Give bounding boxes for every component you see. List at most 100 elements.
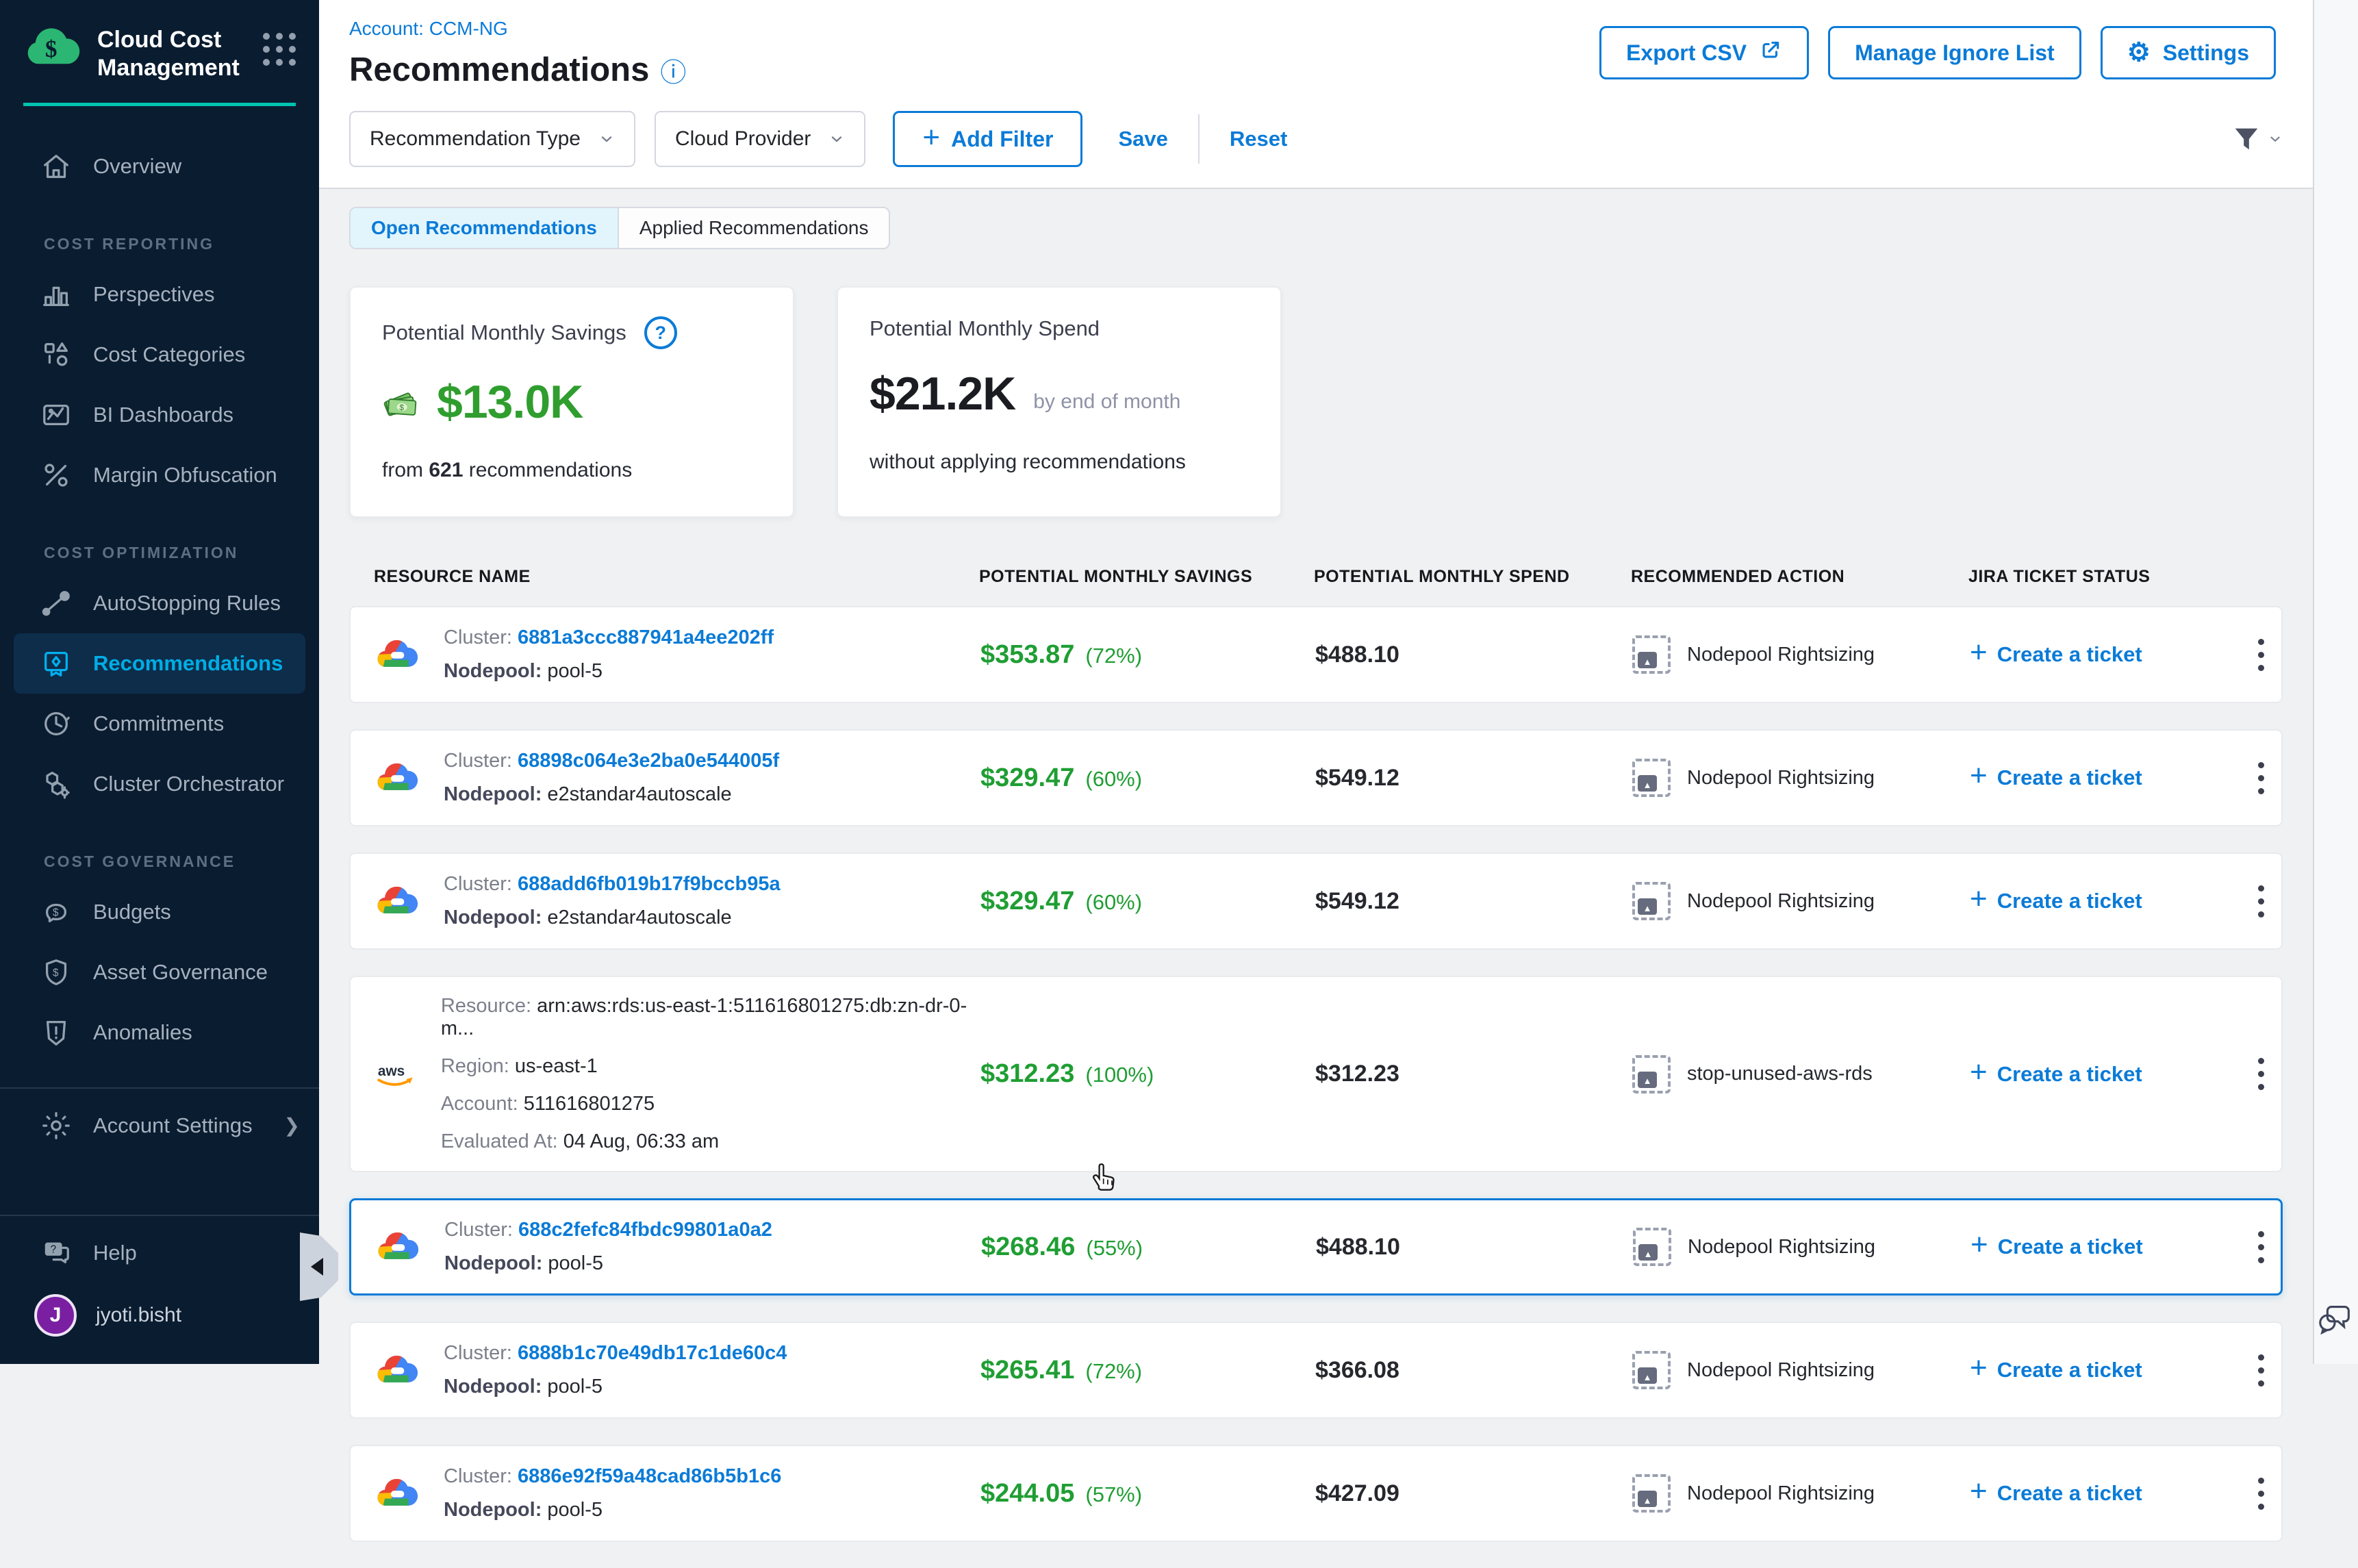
spend-value: $427.09 [1315, 1480, 1632, 1507]
table-row-selected[interactable]: Cluster: 688c2fefc84fbdc99801a0a2 Nodepo… [349, 1198, 2283, 1295]
add-filter-button[interactable]: + Add Filter [893, 111, 1082, 167]
shapes-icon [40, 338, 73, 371]
create-ticket-button[interactable]: +Create a ticket [1970, 640, 2240, 670]
savings-card-title: Potential Monthly Savings [382, 320, 626, 345]
manage-ignore-list-button[interactable]: Manage Ignore List [1828, 26, 2081, 79]
tab-open-recommendations[interactable]: Open Recommendations [351, 208, 619, 248]
table-row[interactable]: Resource: arn:aws:rds:us-east-1:51161680… [349, 976, 2283, 1172]
bar-chart-icon [40, 278, 73, 311]
plus-icon: + [1970, 759, 1988, 793]
filter-divider [1198, 114, 1200, 164]
create-ticket-button[interactable]: +Create a ticket [1970, 1059, 2240, 1089]
cluster-link[interactable]: 68898c064e3e2ba0e544005f [518, 750, 779, 772]
savings-value: $268.46 [981, 1232, 1075, 1262]
sidebar-nav: Overview COST REPORTING Perspectives Cos… [0, 106, 319, 1063]
rightsizing-icon: ▲ [1632, 1474, 1671, 1513]
info-icon[interactable]: ⓘ [660, 51, 686, 89]
export-csv-button[interactable]: Export CSV [1599, 26, 1809, 79]
spend-value: $549.12 [1315, 765, 1632, 792]
sidebar-item-asset-governance[interactable]: $ Asset Governance [0, 942, 319, 1002]
avatar: J [34, 1294, 77, 1337]
recommendation-type-dropdown[interactable]: Recommendation Type [349, 111, 635, 167]
svg-text:$: $ [45, 36, 58, 62]
recommended-action: Nodepool Rightsizing [1687, 1359, 1875, 1382]
sidebar-item-bi-dashboards[interactable]: BI Dashboards [0, 385, 319, 445]
sidebar-item-cluster-orchestrator[interactable]: Cluster Orchestrator [0, 754, 319, 814]
create-ticket-button[interactable]: +Create a ticket [1970, 1232, 2241, 1262]
chat-bubbles-icon[interactable] [2316, 1298, 2355, 1341]
spend-value: $549.12 [1315, 888, 1632, 915]
table-row[interactable]: Cluster: 6886e92f59a48cad86b5b1c6 Nodepo… [349, 1445, 2283, 1542]
cluster-link[interactable]: 6886e92f59a48cad86b5b1c6 [518, 1465, 781, 1487]
row-menu-button[interactable] [2251, 1224, 2271, 1270]
aws-icon [375, 1059, 416, 1089]
money-icon [382, 385, 423, 418]
filter-bar: Recommendation Type Cloud Provider + Add… [319, 101, 2358, 189]
breadcrumb-account[interactable]: Account: CCM-NG [349, 18, 686, 40]
help-chat-icon: ? [40, 1237, 73, 1269]
table-row[interactable]: Cluster: 688add6fb019b17f9bccb95a Nodepo… [349, 852, 2283, 950]
gcp-icon [375, 885, 419, 918]
autostopping-icon [40, 587, 73, 620]
cluster-link[interactable]: 6888b1c70e49db17c1de60c4 [518, 1342, 787, 1364]
recommended-action: stop-unused-aws-rds [1687, 1063, 1873, 1085]
sidebar-item-margin-obfuscation[interactable]: Margin Obfuscation [0, 445, 319, 505]
reset-filter-link[interactable]: Reset [1230, 127, 1287, 151]
page-title: Recommendations [349, 51, 649, 89]
cloud-provider-dropdown[interactable]: Cloud Provider [655, 111, 865, 167]
create-ticket-button[interactable]: +Create a ticket [1970, 1355, 2240, 1385]
tab-applied-recommendations[interactable]: Applied Recommendations [619, 208, 889, 248]
plus-icon: + [1970, 1055, 1988, 1089]
section-label-cost-governance: COST GOVERNANCE [44, 852, 319, 871]
plus-icon: + [1970, 1228, 1988, 1262]
gcp-icon [375, 1354, 419, 1387]
sidebar-item-anomalies[interactable]: Anomalies [0, 1002, 319, 1063]
gear-icon [40, 1109, 73, 1142]
scrollbar[interactable] [2313, 0, 2358, 1364]
row-menu-button[interactable] [2251, 755, 2271, 801]
row-menu-button[interactable] [2251, 878, 2271, 924]
create-ticket-button[interactable]: +Create a ticket [1970, 886, 2240, 916]
rightsizing-icon: ▲ [1632, 1055, 1671, 1093]
app-grid-icon[interactable] [263, 33, 296, 66]
save-filter-link[interactable]: Save [1118, 127, 1167, 151]
potential-monthly-spend-card: Potential Monthly Spend $21.2K by end of… [837, 286, 1282, 518]
chevron-down-icon [2268, 131, 2283, 147]
sidebar-item-perspectives[interactable]: Perspectives [0, 264, 319, 325]
user-menu[interactable]: J jyoti.bisht [0, 1283, 319, 1364]
shield-dollar-icon: $ [40, 956, 73, 989]
chevron-down-icon [828, 131, 845, 147]
filter-panel-toggle[interactable] [2231, 123, 2283, 155]
plus-icon: + [922, 121, 940, 155]
sidebar-item-account-settings[interactable]: Account Settings ❯ [0, 1096, 319, 1156]
savings-percent: (55%) [1086, 1236, 1143, 1261]
row-menu-button[interactable] [2251, 632, 2271, 678]
sidebar-item-recommendations[interactable]: Recommendations [14, 633, 305, 694]
sidebar-item-cost-categories[interactable]: Cost Categories [0, 325, 319, 385]
sidebar-item-commitments[interactable]: Commitments [0, 694, 319, 754]
cluster-link[interactable]: 688add6fb019b17f9bccb95a [518, 873, 781, 895]
create-ticket-button[interactable]: +Create a ticket [1970, 763, 2240, 793]
row-menu-button[interactable] [2251, 1348, 2271, 1393]
spend-card-title: Potential Monthly Spend [870, 316, 1100, 341]
row-menu-button[interactable] [2251, 1471, 2271, 1517]
gcp-icon [375, 1477, 419, 1510]
sidebar-item-autostopping-rules[interactable]: AutoStopping Rules [0, 573, 319, 633]
sidebar-item-help[interactable]: ? Help [0, 1223, 319, 1283]
dashboard-icon [40, 399, 73, 431]
row-menu-button[interactable] [2251, 1051, 2271, 1097]
commitments-icon [40, 707, 73, 740]
table-row[interactable]: Cluster: 6888b1c70e49db17c1de60c4 Nodepo… [349, 1322, 2283, 1419]
savings-percent: (60%) [1085, 890, 1142, 915]
table-row[interactable]: Cluster: 68898c064e3e2ba0e544005f Nodepo… [349, 729, 2283, 826]
ccm-logo-icon: $ [23, 26, 81, 72]
question-icon[interactable]: ? [644, 316, 677, 349]
cluster-link[interactable]: 6881a3ccc887941a4ee202ff [518, 627, 774, 648]
settings-button[interactable]: ⚙ Settings [2101, 26, 2276, 79]
sidebar-item-overview[interactable]: Overview [0, 136, 319, 197]
sidebar-item-budgets[interactable]: $ Budgets [0, 882, 319, 942]
table-row[interactable]: Cluster: 6881a3ccc887941a4ee202ff Nodepo… [349, 606, 2283, 703]
spend-value: $366.08 [1315, 1357, 1632, 1384]
cluster-link[interactable]: 688c2fefc84fbdc99801a0a2 [518, 1219, 772, 1241]
create-ticket-button[interactable]: +Create a ticket [1970, 1478, 2240, 1508]
